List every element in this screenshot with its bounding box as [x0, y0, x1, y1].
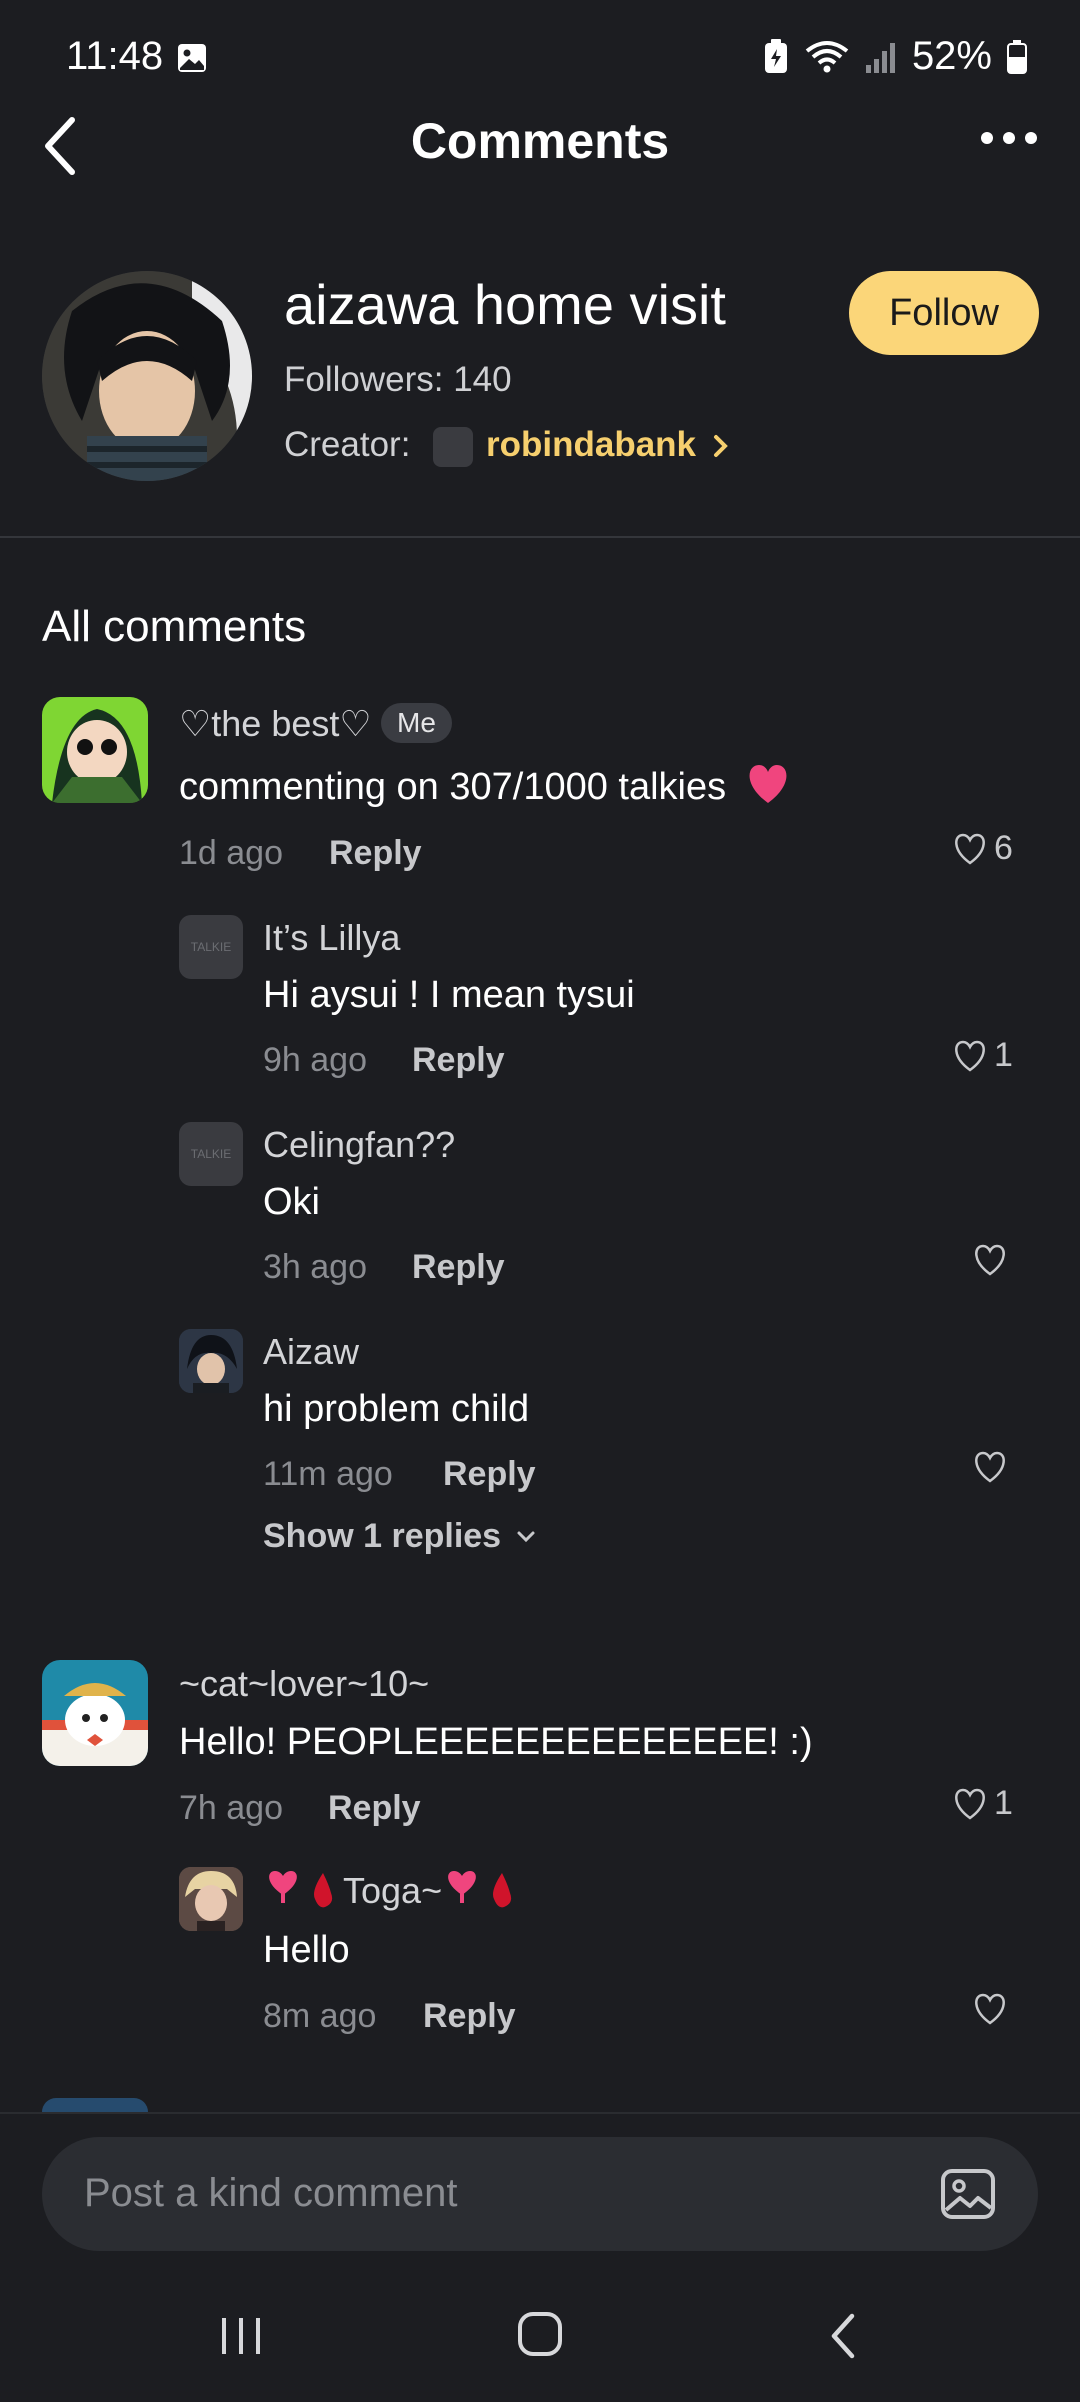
all-comments-heading: All comments: [42, 602, 307, 651]
comment-text: Hello! PEOPLEEEEEEEEEEEEEE! :): [179, 1721, 813, 1763]
battery-saver-icon: [764, 38, 787, 73]
story-title: aizawa home visit: [284, 273, 726, 336]
comment-text: commenting on 307/1000 talkies: [179, 763, 791, 809]
creator-avatar[interactable]: [433, 427, 473, 467]
story-avatar[interactable]: [42, 271, 252, 481]
chevron-down-icon: [517, 1531, 535, 1542]
reply-button[interactable]: Reply: [329, 834, 422, 873]
creator-link[interactable]: robindabank: [486, 425, 730, 465]
reply-avatar[interactable]: [179, 1867, 243, 1931]
chevron-right-icon: [713, 435, 728, 457]
reply-time: 9h ago: [263, 1041, 367, 1079]
reply-avatar[interactable]: TALKIE: [179, 915, 243, 979]
commenter-avatar[interactable]: [42, 1660, 148, 1766]
heart-icon: [955, 1040, 985, 1072]
reply-text: Hello: [263, 1929, 350, 1971]
reply-avatar[interactable]: TALKIE: [179, 1122, 243, 1186]
commenter-avatar: [42, 2098, 148, 2112]
heart-drop-emoji-icon: [448, 1871, 512, 1908]
heart-icon: [975, 1451, 1005, 1483]
comment-username[interactable]: ♡the best♡: [179, 703, 372, 745]
creator-label: Creator:: [284, 425, 411, 464]
like-button[interactable]: 6: [952, 829, 1013, 868]
heart-icon: [955, 1788, 985, 1820]
reply-time: 3h ago: [263, 1248, 367, 1286]
status-icons: 52%: [762, 34, 1028, 79]
like-button[interactable]: 1: [952, 1036, 1013, 1075]
back-nav-icon[interactable]: [826, 2310, 860, 2362]
comment-input-placeholder[interactable]: Post a kind comment: [84, 2171, 458, 2216]
reply-username[interactable]: Toga~: [263, 1869, 522, 1912]
reply-username[interactable]: Aizaw: [263, 1331, 359, 1373]
image-upload-icon[interactable]: [940, 2168, 996, 2220]
reply-text: Oki: [263, 1181, 320, 1223]
follow-button[interactable]: Follow: [849, 271, 1039, 355]
show-replies-button[interactable]: Show 1 replies: [263, 1517, 537, 1556]
wifi-icon: [805, 40, 849, 72]
reply-username[interactable]: Celingfan??: [263, 1124, 455, 1166]
comment-time: 7h ago: [179, 1789, 283, 1827]
battery-icon: [1007, 39, 1027, 74]
reply-button[interactable]: Reply: [423, 1997, 516, 2036]
status-time: 11:48: [66, 34, 164, 78]
comment-time: 1d ago: [179, 834, 283, 872]
followers-count: Followers: 140: [284, 360, 512, 399]
page-title: Comments: [410, 113, 670, 169]
gallery-notification-icon: [178, 44, 206, 72]
reply-username[interactable]: It’s Lillya: [263, 917, 400, 959]
reply-time: 11m ago: [263, 1455, 393, 1493]
more-options-icon[interactable]: [974, 118, 1044, 158]
heart-icon: [955, 833, 985, 865]
me-badge: Me: [381, 703, 452, 743]
heart-emoji-icon: [749, 765, 787, 803]
divider: [0, 536, 1080, 538]
like-count: 6: [994, 829, 1013, 867]
reply-button[interactable]: Reply: [443, 1455, 536, 1494]
reply-avatar[interactable]: [179, 1329, 243, 1393]
reply-time: 8m ago: [263, 1997, 377, 2035]
creator-name: robindabank: [486, 425, 697, 464]
battery-percent: 52%: [911, 34, 992, 78]
reply-button[interactable]: Reply: [412, 1248, 505, 1287]
like-count: 1: [994, 1784, 1013, 1822]
reply-text: hi problem child: [263, 1388, 530, 1430]
heart-drop-emoji-icon: [269, 1871, 333, 1908]
home-nav-icon[interactable]: [516, 2310, 564, 2358]
like-button[interactable]: [972, 1992, 1008, 2026]
reply-text: Hi aysui ! I mean tysui: [263, 974, 635, 1016]
reply-button[interactable]: Reply: [412, 1041, 505, 1080]
recents-nav-icon[interactable]: [218, 2316, 264, 2356]
commenter-avatar[interactable]: [42, 697, 148, 803]
like-button[interactable]: [972, 1450, 1008, 1484]
heart-icon: [975, 1993, 1005, 2025]
heart-icon: [975, 1244, 1005, 1276]
signal-icon: [865, 42, 895, 73]
like-button[interactable]: [972, 1243, 1008, 1277]
like-count: 1: [994, 1036, 1013, 1074]
comment-username[interactable]: ~cat~lover~10~: [179, 1663, 429, 1705]
reply-button[interactable]: Reply: [328, 1789, 421, 1828]
like-button[interactable]: 1: [952, 1784, 1013, 1823]
